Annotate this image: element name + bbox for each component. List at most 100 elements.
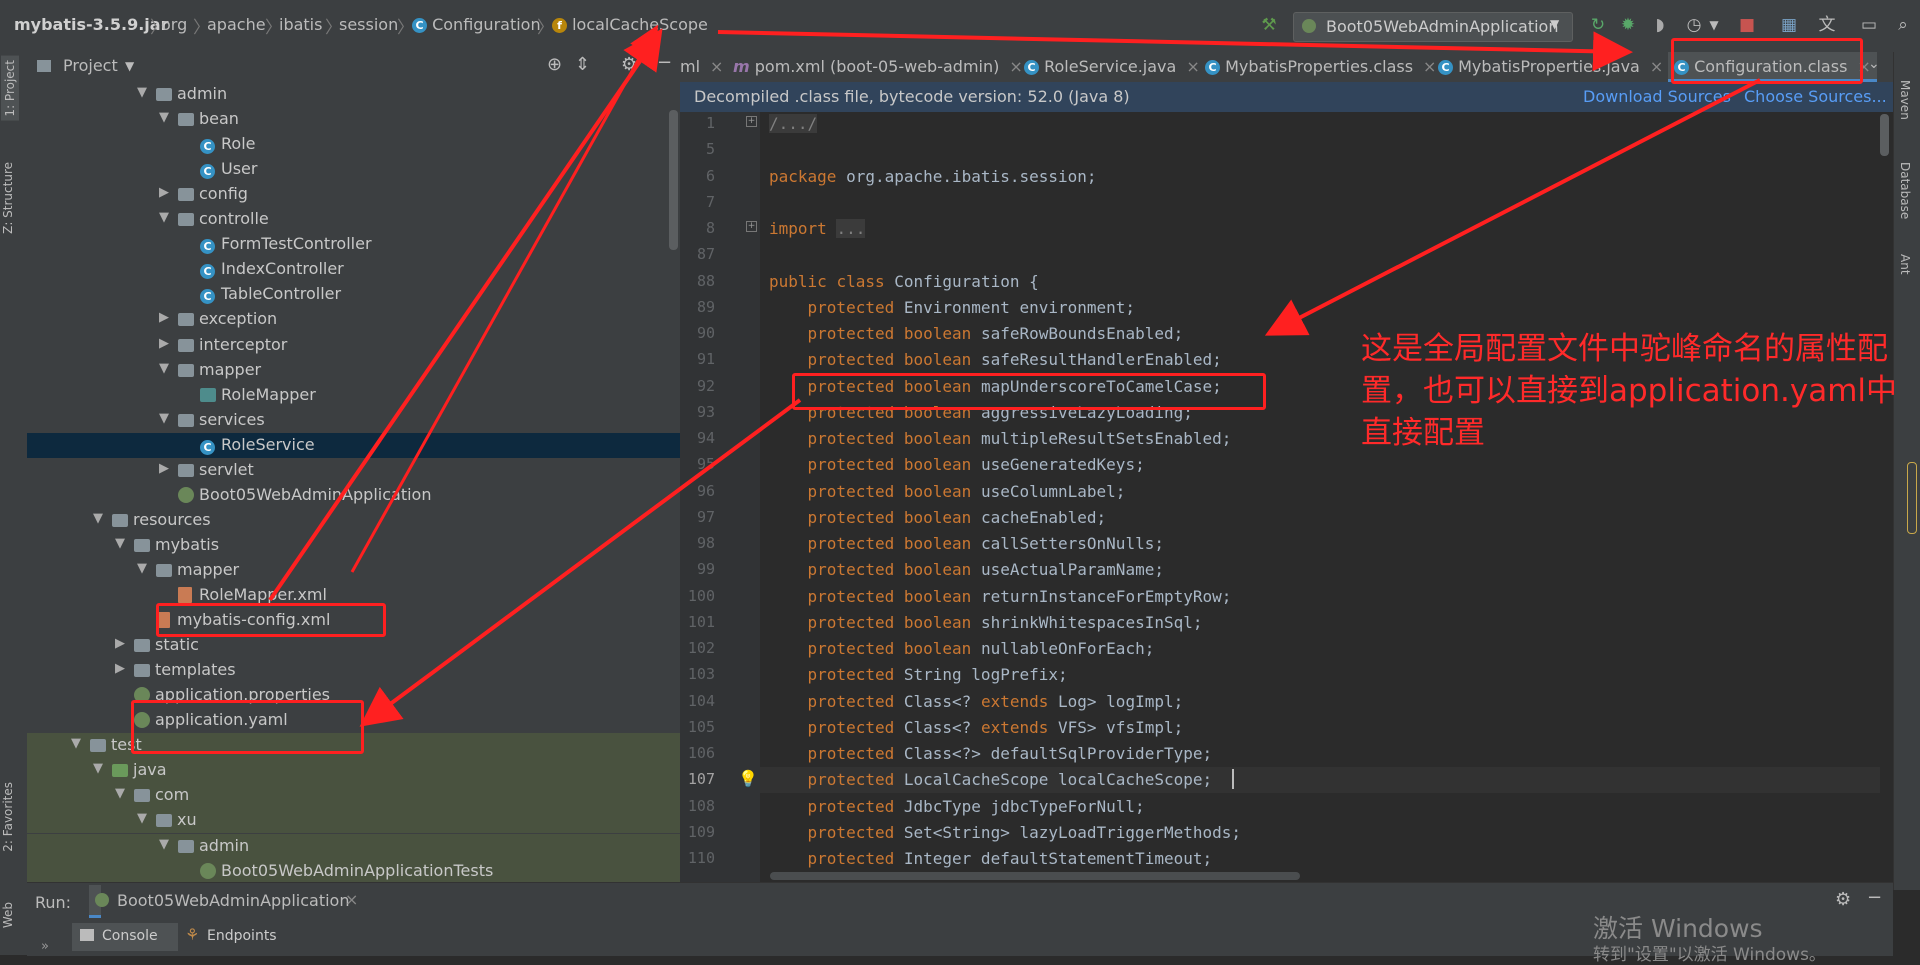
code-line[interactable]: protected JdbcType jdbcTypeForNull; — [769, 797, 1145, 816]
tree-item[interactable]: ▼ admin — [27, 82, 680, 107]
tree-item[interactable]: ▶ servlet — [27, 458, 680, 483]
hammer-icon[interactable]: ⚒ — [1258, 14, 1280, 36]
chevron-down-icon[interactable]: ▼ — [125, 59, 134, 73]
tree-item[interactable]: ▼ xu — [27, 808, 680, 834]
console-tab[interactable]: Console — [72, 923, 178, 951]
breadcrumb-jar[interactable]: mybatis-3.5.9.jar — [14, 15, 168, 34]
breadcrumb-class[interactable]: C Configuration — [412, 15, 541, 34]
code-line[interactable]: import ... — [769, 219, 866, 238]
scrollbar[interactable] — [770, 872, 1300, 880]
tree-item[interactable]: ▼ resources — [27, 508, 680, 533]
tool-window-structure[interactable]: Z: Structure — [1, 162, 15, 234]
chevron-down-icon[interactable]: ▼ — [159, 210, 169, 225]
tree-item[interactable]: C User — [27, 157, 680, 182]
breadcrumb-org[interactable]: org — [161, 15, 187, 34]
rerun-icon[interactable]: ↻ — [1587, 14, 1609, 36]
chevron-down-icon[interactable]: ▼ — [93, 511, 103, 526]
project-structure-icon[interactable]: ▦ — [1778, 14, 1800, 36]
tree-item[interactable]: ▼ com — [27, 783, 680, 809]
tree-item[interactable]: ▼ bean — [27, 107, 680, 132]
scrollbar[interactable] — [1880, 114, 1889, 156]
scrollbar[interactable] — [669, 110, 678, 250]
close-icon[interactable]: × — [345, 890, 358, 909]
code-line[interactable]: protected boolean callSettersOnNulls; — [769, 534, 1164, 553]
run-tab[interactable]: Boot05WebAdminApplication × — [89, 885, 358, 918]
tree-item[interactable]: C RoleService — [27, 432, 680, 458]
tree-item[interactable]: ▶ config — [27, 182, 680, 207]
chevron-right-icon[interactable]: ▶ — [115, 661, 125, 676]
code-line[interactable]: protected boolean multipleResultSetsEnab… — [769, 429, 1232, 448]
breadcrumb-session[interactable]: session — [339, 15, 398, 34]
chevron-right-icon[interactable]: ▶ — [115, 636, 125, 651]
close-icon[interactable]: × — [1423, 57, 1436, 76]
terminal-icon[interactable]: ▭ — [1858, 14, 1880, 36]
close-icon[interactable]: × — [1009, 57, 1022, 76]
tree-item[interactable]: C TableController — [27, 282, 680, 307]
code-line[interactable]: protected boolean useActualParamName; — [769, 560, 1164, 579]
close-icon[interactable]: × — [710, 57, 723, 76]
code-line[interactable]: protected Class<?> defaultSqlProviderTyp… — [769, 744, 1213, 763]
gear-icon[interactable]: ⚙ — [1835, 889, 1851, 910]
tab-mybatisproperties-class[interactable]: C MybatisProperties.class × — [1205, 52, 1436, 82]
choose-sources-link[interactable]: Choose Sources... — [1744, 87, 1887, 106]
chevron-down-icon[interactable]: ▼ — [137, 811, 147, 826]
tree-item[interactable]: Boot05WebAdminApplication — [27, 483, 680, 508]
chevron-right-icon[interactable]: ▶ — [159, 461, 169, 476]
tool-window-web[interactable]: Web — [1, 902, 15, 928]
tree-item[interactable]: ▼ admin — [27, 833, 680, 859]
tree-item[interactable]: ▼ mapper — [27, 558, 680, 583]
tree-item[interactable]: ▼ services — [27, 408, 680, 433]
tree-item[interactable]: C FormTestController — [27, 232, 680, 257]
translate-icon[interactable]: 文 — [1816, 14, 1838, 36]
tab-pom-xml[interactable]: m pom.xml (boot-05-web-admin) × — [733, 52, 1023, 82]
collapse-all-icon[interactable]: ⇕ — [575, 54, 590, 75]
tree-item[interactable]: ▶ interceptor — [27, 333, 680, 358]
code-line[interactable]: protected boolean cacheEnabled; — [769, 508, 1107, 527]
chevron-down-icon[interactable]: ▼ — [159, 837, 169, 852]
chevron-down-icon[interactable]: ▼ — [1703, 14, 1725, 36]
profile-icon[interactable]: ◷ — [1683, 14, 1705, 36]
code-line[interactable]: protected Integer defaultStatementTimeou… — [769, 849, 1213, 868]
hide-icon[interactable]: − — [1867, 887, 1882, 908]
tree-item[interactable]: C IndexController — [27, 257, 680, 282]
code-line[interactable]: /.../ — [769, 114, 818, 133]
chevron-down-icon[interactable]: ▼ — [71, 736, 81, 751]
chevron-down-icon[interactable]: ▼ — [115, 786, 125, 801]
chevron-down-icon[interactable]: ▼ — [159, 361, 169, 376]
tree-item[interactable]: ▶ templates — [27, 658, 680, 683]
expand-icon[interactable]: » — [41, 939, 49, 954]
chevron-right-icon[interactable]: ▶ — [159, 336, 169, 351]
chevron-down-icon[interactable]: ▼ — [115, 536, 125, 551]
debug-icon[interactable]: ✹ — [1617, 14, 1639, 36]
tool-window-database[interactable]: Database — [1898, 162, 1912, 219]
chevron-down-icon[interactable]: ▼ — [159, 411, 169, 426]
tab-ml[interactable]: ml × — [680, 52, 723, 82]
locate-icon[interactable]: ⊕ — [547, 54, 562, 75]
tree-item[interactable]: Boot05WebAdminApplicationTests — [27, 858, 680, 884]
tree-item[interactable]: RoleMapper — [27, 383, 680, 408]
code-line[interactable]: protected boolean useColumnLabel; — [769, 482, 1126, 501]
code-line[interactable]: protected Class<? extends VFS> vfsImpl; — [769, 718, 1184, 737]
code-editor[interactable]: /.../ package org.apache.ibatis.session; i… — [760, 112, 1880, 882]
code-line[interactable]: protected boolean safeRowBoundsEnabled; — [769, 324, 1184, 343]
tab-roleservice-java[interactable]: C RoleService.java × — [1024, 52, 1200, 82]
code-line[interactable]: protected boolean shrinkWhitespacesInSql… — [769, 613, 1203, 632]
chevron-right-icon[interactable]: ▶ — [159, 310, 169, 325]
tree-item[interactable]: ▼ mapper — [27, 358, 680, 383]
tool-window-ant[interactable]: Ant — [1898, 254, 1912, 275]
tree-item[interactable]: C Role — [27, 132, 680, 157]
chevron-down-icon[interactable]: ▼ — [137, 85, 147, 100]
tree-item[interactable]: ▼ controlle — [27, 207, 680, 232]
chevron-down-icon[interactable]: ▼ — [137, 561, 147, 576]
close-icon[interactable]: × — [1650, 57, 1663, 76]
tool-window-favorites[interactable]: 2: Favorites — [1, 782, 15, 852]
chevron-right-icon[interactable]: ▶ — [159, 185, 169, 200]
code-line[interactable]: protected Set<String> lazyLoadTriggerMet… — [769, 823, 1241, 842]
fold-icon[interactable]: + — [746, 221, 757, 232]
code-line[interactable]: protected Environment environment; — [769, 298, 1136, 317]
memory-indicator[interactable] — [1907, 462, 1917, 534]
code-line[interactable]: protected boolean nullableOnForEach; — [769, 639, 1155, 658]
tab-mybatisproperties-java[interactable]: C MybatisProperties.java × — [1438, 52, 1663, 82]
coverage-icon[interactable]: ◗ — [1649, 14, 1671, 36]
search-icon[interactable]: ⌕ — [1892, 14, 1914, 36]
